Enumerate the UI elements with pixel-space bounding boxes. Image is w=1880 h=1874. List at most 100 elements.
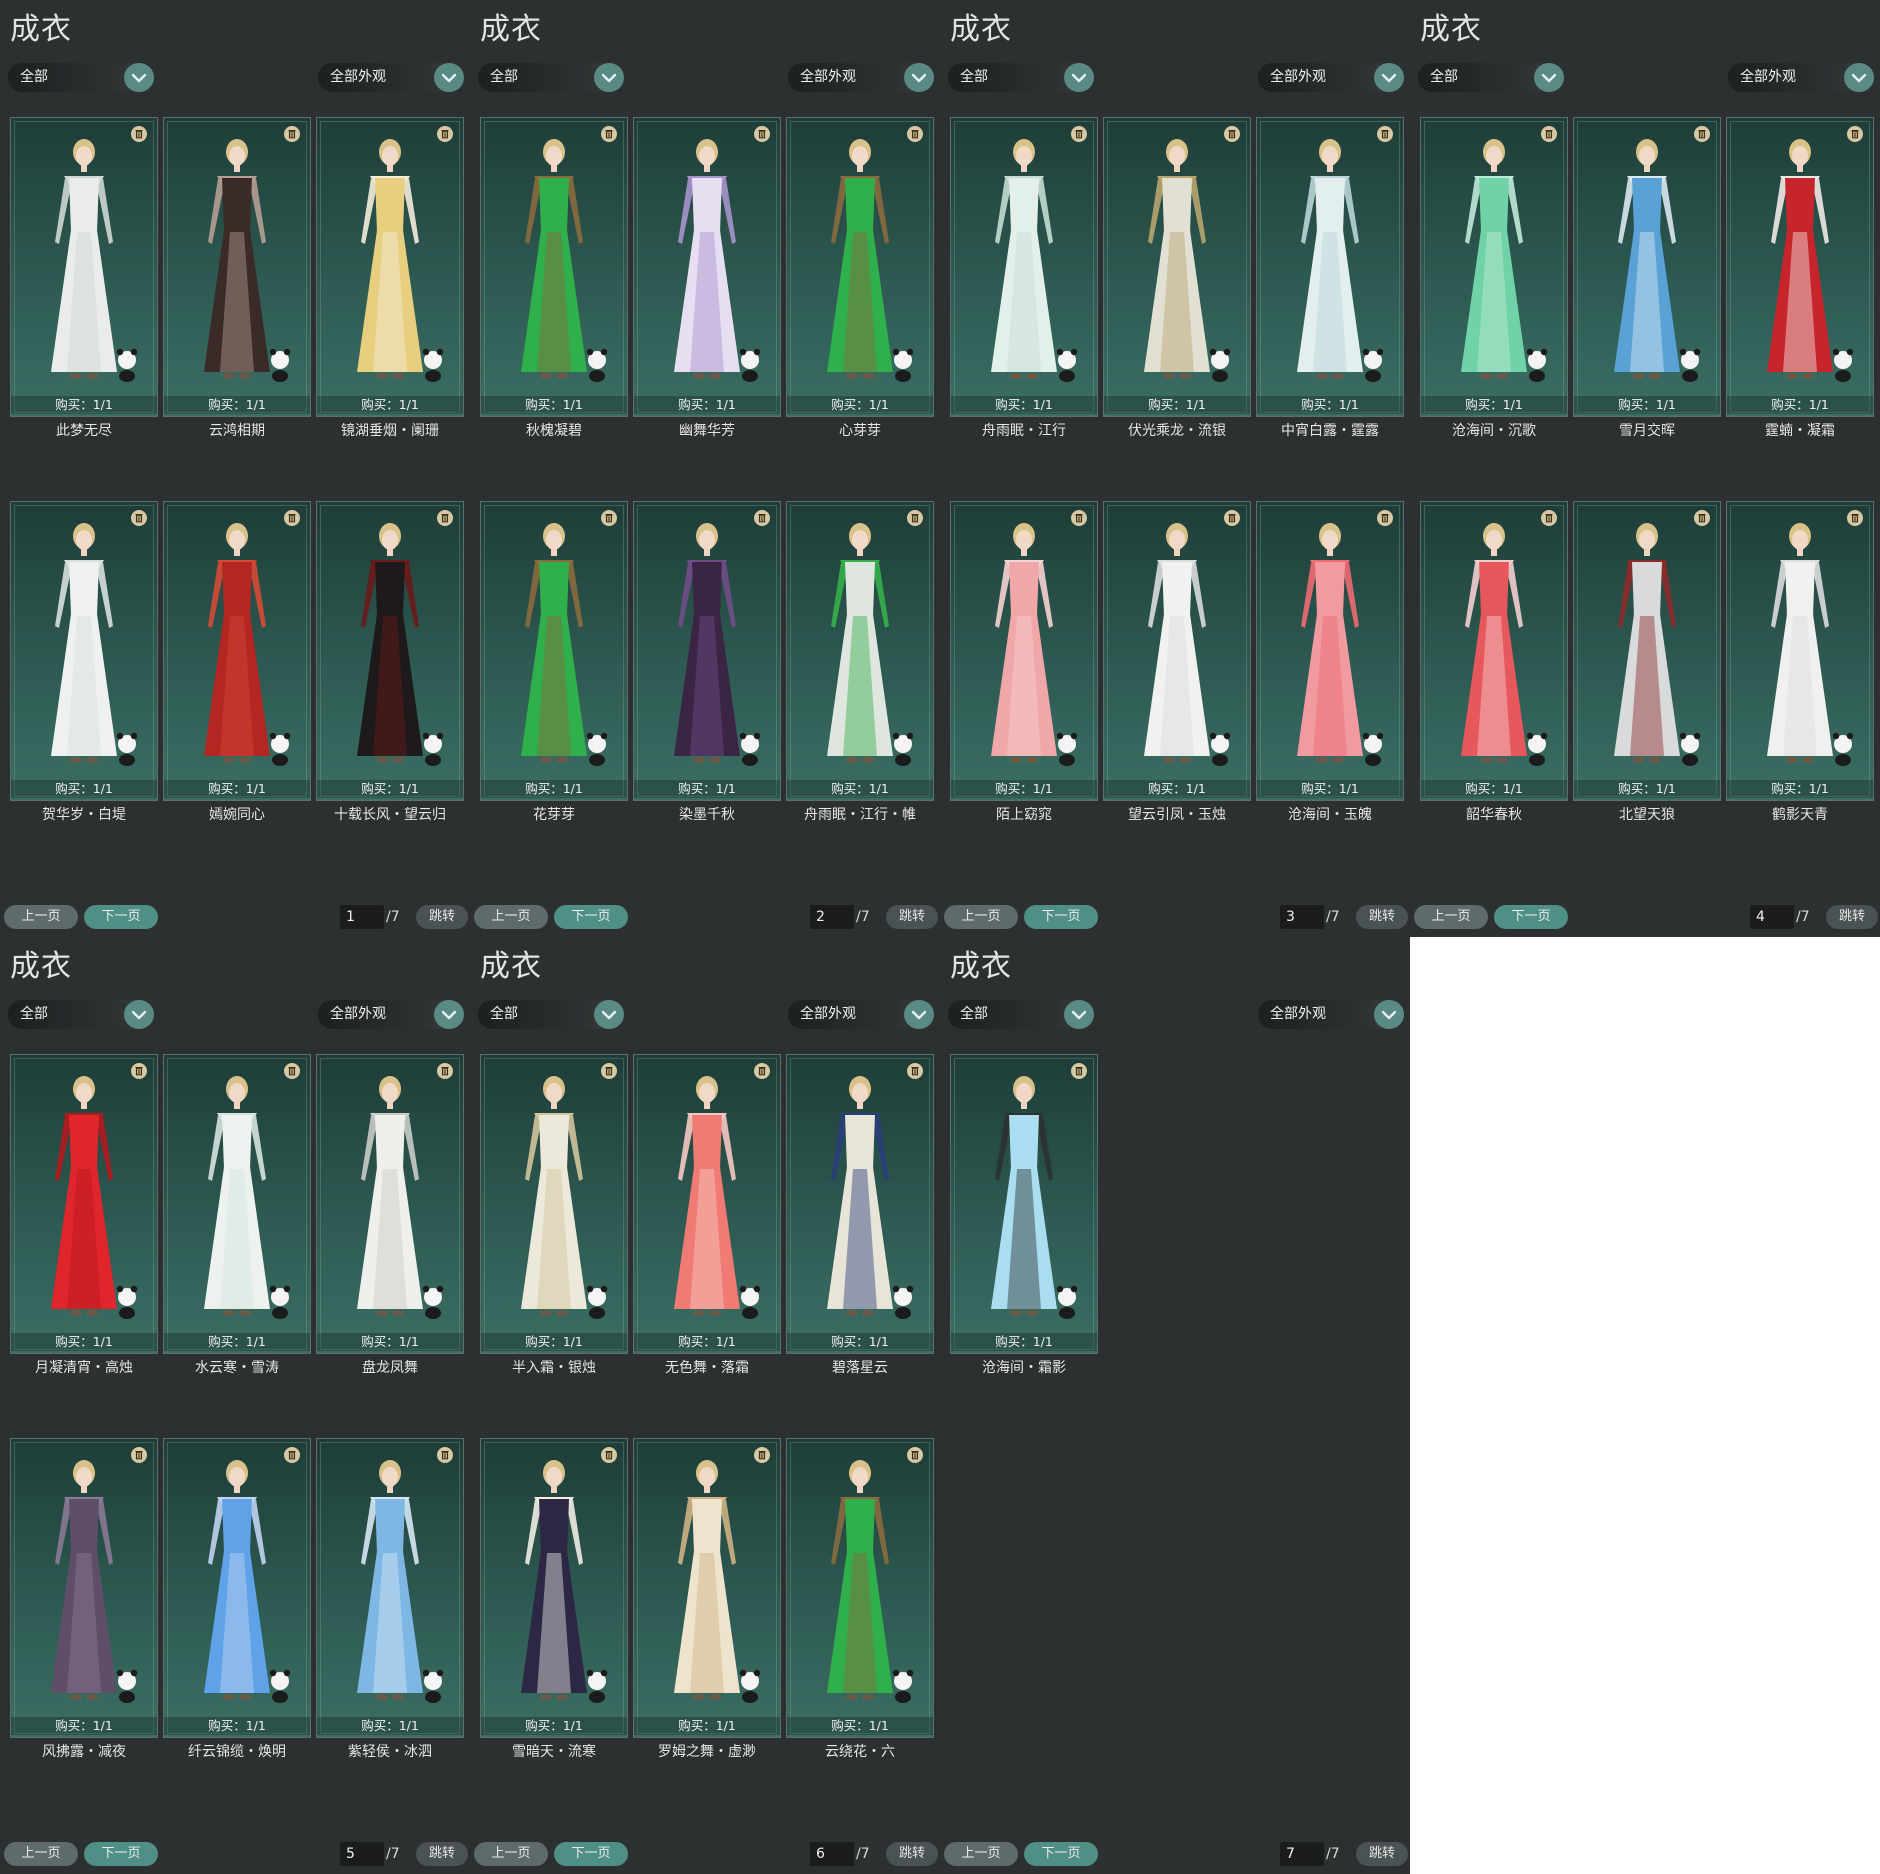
page-number-input[interactable]: 5: [340, 1842, 384, 1866]
jump-button[interactable]: 跳转: [1356, 1842, 1408, 1866]
trash-icon[interactable]: [1694, 126, 1710, 142]
trash-icon[interactable]: [131, 1063, 147, 1079]
outfit-card[interactable]: 购买：1/1 染墨千秋: [633, 501, 781, 823]
trash-icon[interactable]: [284, 510, 300, 526]
next-page-button[interactable]: 下一页: [1024, 1842, 1098, 1866]
outfit-card[interactable]: 购买：1/1 嫣婉同心: [163, 501, 311, 823]
outfit-card[interactable]: 购买：1/1 镜湖垂烟・阑珊: [316, 117, 464, 439]
trash-icon[interactable]: [1071, 510, 1087, 526]
outfit-card[interactable]: 购买：1/1 舟雨眠・江行・帷: [786, 501, 934, 823]
chevron-down-icon[interactable]: [1374, 1000, 1404, 1029]
jump-button[interactable]: 跳转: [886, 1842, 938, 1866]
outfit-card[interactable]: 购买：1/1 心芽芽: [786, 117, 934, 439]
appearance-filter-dropdown[interactable]: 全部外观: [1728, 63, 1874, 92]
prev-page-button[interactable]: 上一页: [944, 905, 1018, 929]
appearance-filter-dropdown[interactable]: 全部外观: [788, 1000, 934, 1029]
outfit-card[interactable]: 购买：1/1 纤云锦缆・焕明: [163, 1438, 311, 1760]
chevron-down-icon[interactable]: [124, 63, 154, 92]
prev-page-button[interactable]: 上一页: [4, 905, 78, 929]
outfit-card[interactable]: 购买：1/1 沧海间・沉歌: [1420, 117, 1568, 439]
trash-icon[interactable]: [1224, 510, 1240, 526]
trash-icon[interactable]: [284, 1447, 300, 1463]
outfit-card[interactable]: 购买：1/1 秋槐凝碧: [480, 117, 628, 439]
prev-page-button[interactable]: 上一页: [474, 905, 548, 929]
trash-icon[interactable]: [1847, 510, 1863, 526]
outfit-card[interactable]: 购买：1/1 望云引凤・玉烛: [1103, 501, 1251, 823]
outfit-card[interactable]: 购买：1/1 贺华岁・白堤: [10, 501, 158, 823]
chevron-down-icon[interactable]: [1534, 63, 1564, 92]
chevron-down-icon[interactable]: [904, 1000, 934, 1029]
outfit-card[interactable]: 购买：1/1 此梦无尽: [10, 117, 158, 439]
next-page-button[interactable]: 下一页: [1494, 905, 1568, 929]
trash-icon[interactable]: [1847, 126, 1863, 142]
category-filter-dropdown[interactable]: 全部: [478, 63, 624, 92]
trash-icon[interactable]: [907, 510, 923, 526]
next-page-button[interactable]: 下一页: [84, 1842, 158, 1866]
page-number-input[interactable]: 2: [810, 905, 854, 929]
trash-icon[interactable]: [1377, 126, 1393, 142]
next-page-button[interactable]: 下一页: [554, 1842, 628, 1866]
prev-page-button[interactable]: 上一页: [4, 1842, 78, 1866]
prev-page-button[interactable]: 上一页: [1414, 905, 1488, 929]
outfit-card[interactable]: 购买：1/1 伏光乘龙・流银: [1103, 117, 1251, 439]
chevron-down-icon[interactable]: [594, 63, 624, 92]
trash-icon[interactable]: [1694, 510, 1710, 526]
category-filter-dropdown[interactable]: 全部: [8, 63, 154, 92]
prev-page-button[interactable]: 上一页: [474, 1842, 548, 1866]
trash-icon[interactable]: [437, 510, 453, 526]
outfit-card[interactable]: 购买：1/1 花芽芽: [480, 501, 628, 823]
chevron-down-icon[interactable]: [1374, 63, 1404, 92]
chevron-down-icon[interactable]: [434, 63, 464, 92]
chevron-down-icon[interactable]: [1064, 63, 1094, 92]
outfit-card[interactable]: 购买：1/1 风拂露・减夜: [10, 1438, 158, 1760]
trash-icon[interactable]: [437, 126, 453, 142]
category-filter-dropdown[interactable]: 全部: [948, 63, 1094, 92]
outfit-card[interactable]: 购买：1/1 盘龙凤舞: [316, 1054, 464, 1376]
trash-icon[interactable]: [754, 510, 770, 526]
appearance-filter-dropdown[interactable]: 全部外观: [318, 63, 464, 92]
chevron-down-icon[interactable]: [594, 1000, 624, 1029]
trash-icon[interactable]: [907, 1063, 923, 1079]
outfit-card[interactable]: 购买：1/1 十载长风・望云归: [316, 501, 464, 823]
page-number-input[interactable]: 4: [1750, 905, 1794, 929]
trash-icon[interactable]: [131, 126, 147, 142]
outfit-card[interactable]: 购买：1/1 陌上窈窕: [950, 501, 1098, 823]
appearance-filter-dropdown[interactable]: 全部外观: [1258, 63, 1404, 92]
appearance-filter-dropdown[interactable]: 全部外观: [1258, 1000, 1404, 1029]
prev-page-button[interactable]: 上一页: [944, 1842, 1018, 1866]
trash-icon[interactable]: [1541, 126, 1557, 142]
trash-icon[interactable]: [1071, 1063, 1087, 1079]
page-number-input[interactable]: 7: [1280, 1842, 1324, 1866]
appearance-filter-dropdown[interactable]: 全部外观: [318, 1000, 464, 1029]
trash-icon[interactable]: [907, 1447, 923, 1463]
chevron-down-icon[interactable]: [124, 1000, 154, 1029]
trash-icon[interactable]: [1071, 126, 1087, 142]
category-filter-dropdown[interactable]: 全部: [1418, 63, 1564, 92]
jump-button[interactable]: 跳转: [886, 905, 938, 929]
category-filter-dropdown[interactable]: 全部: [948, 1000, 1094, 1029]
outfit-card[interactable]: 购买：1/1 幽舞华芳: [633, 117, 781, 439]
trash-icon[interactable]: [437, 1447, 453, 1463]
outfit-card[interactable]: 购买：1/1 碧落星云: [786, 1054, 934, 1376]
outfit-card[interactable]: 购买：1/1 水云寒・雪涛: [163, 1054, 311, 1376]
trash-icon[interactable]: [754, 1447, 770, 1463]
page-number-input[interactable]: 6: [810, 1842, 854, 1866]
outfit-card[interactable]: 购买：1/1 沧海间・玉魄: [1256, 501, 1404, 823]
category-filter-dropdown[interactable]: 全部: [8, 1000, 154, 1029]
chevron-down-icon[interactable]: [434, 1000, 464, 1029]
outfit-card[interactable]: 购买：1/1 紫轻侯・冰泗: [316, 1438, 464, 1760]
trash-icon[interactable]: [131, 1447, 147, 1463]
trash-icon[interactable]: [601, 1063, 617, 1079]
outfit-card[interactable]: 购买：1/1 云鸿相期: [163, 117, 311, 439]
trash-icon[interactable]: [284, 126, 300, 142]
jump-button[interactable]: 跳转: [416, 1842, 468, 1866]
trash-icon[interactable]: [754, 126, 770, 142]
appearance-filter-dropdown[interactable]: 全部外观: [788, 63, 934, 92]
chevron-down-icon[interactable]: [1844, 63, 1874, 92]
jump-button[interactable]: 跳转: [1826, 905, 1878, 929]
jump-button[interactable]: 跳转: [1356, 905, 1408, 929]
next-page-button[interactable]: 下一页: [554, 905, 628, 929]
page-number-input[interactable]: 1: [340, 905, 384, 929]
outfit-card[interactable]: 购买：1/1 雪暗天・流寒: [480, 1438, 628, 1760]
outfit-card[interactable]: 购买：1/1 罗姆之舞・虚渺: [633, 1438, 781, 1760]
